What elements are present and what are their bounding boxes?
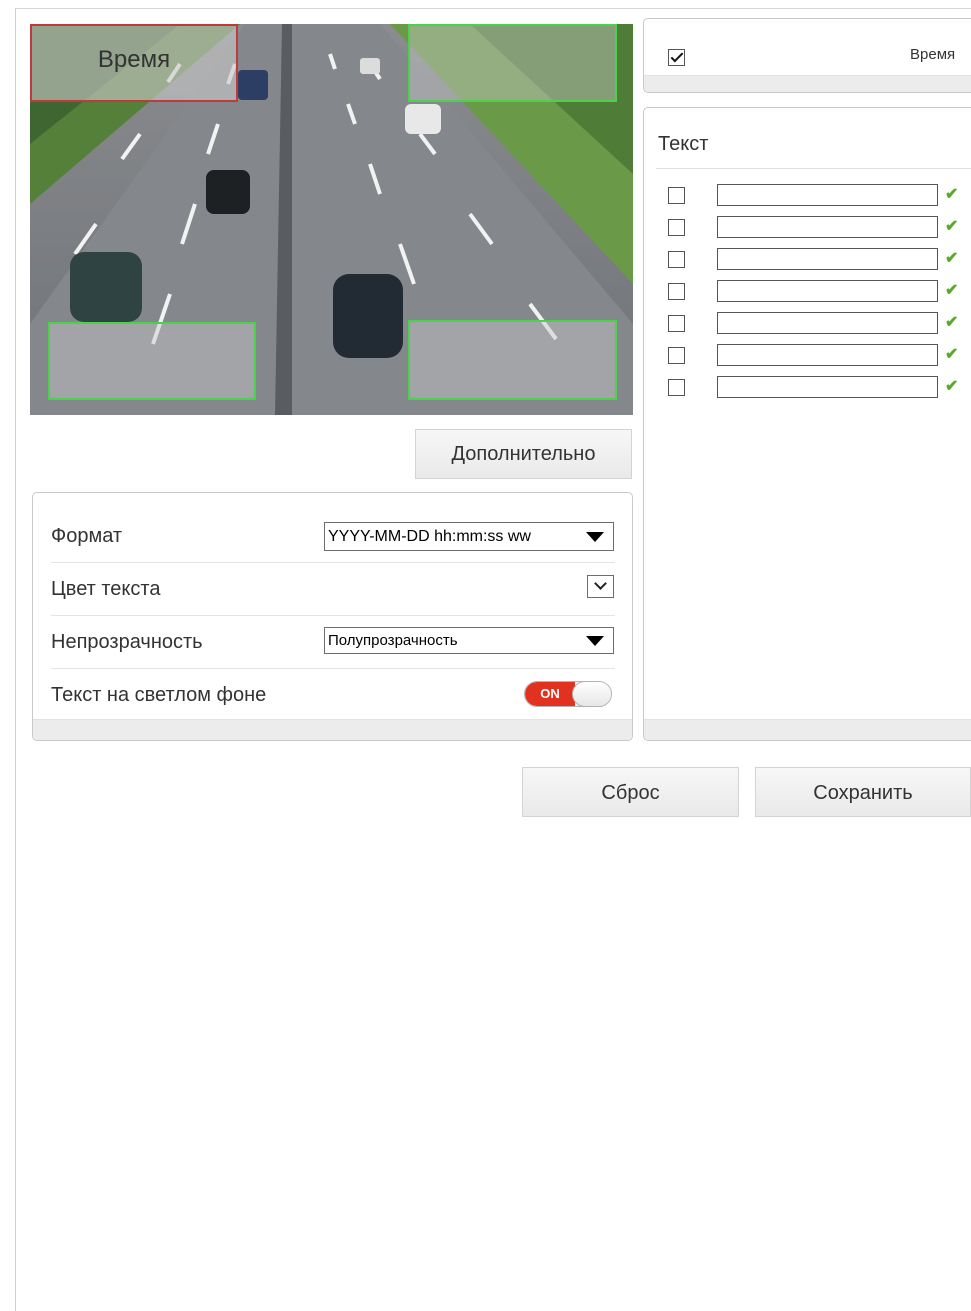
time-toggle-panel: Время bbox=[643, 18, 971, 93]
overlay-settings-panel: Формат YYYY-MM-DD hh:mm:ss ww Цвет текст… bbox=[32, 492, 633, 741]
toggle-on-label: ON bbox=[525, 682, 575, 706]
camera-preview: Время bbox=[30, 24, 633, 415]
text-row-checkbox[interactable] bbox=[668, 379, 685, 396]
toggle-knob bbox=[572, 682, 611, 706]
panel-footer bbox=[644, 75, 971, 92]
text-section-title: Текст bbox=[658, 133, 709, 155]
confirm-check-icon[interactable]: ✔ bbox=[945, 216, 958, 236]
light-bg-row: Текст на светлом фоне ON bbox=[51, 669, 615, 721]
text-overlays-panel: Текст ✔ ✔ ✔ ✔ ✔ ✔ ✔ bbox=[643, 107, 971, 741]
dropdown-arrow-icon bbox=[586, 532, 604, 542]
text-overlay-region-bottom-left[interactable] bbox=[48, 322, 256, 400]
light-bg-label: Текст на светлом фоне bbox=[51, 684, 267, 706]
light-bg-toggle[interactable]: ON bbox=[524, 681, 612, 707]
opacity-value: Полупрозрачность bbox=[328, 632, 458, 649]
panel-footer bbox=[644, 719, 971, 740]
format-select[interactable]: YYYY-MM-DD hh:mm:ss ww bbox=[324, 522, 614, 551]
frame-top-border bbox=[15, 8, 971, 9]
format-label: Формат bbox=[51, 525, 123, 547]
text-row-input[interactable] bbox=[717, 184, 938, 206]
time-label: Время bbox=[910, 46, 956, 63]
time-checkbox[interactable] bbox=[668, 49, 685, 66]
text-row-input[interactable] bbox=[717, 280, 938, 302]
opacity-label: Непрозрачность bbox=[51, 631, 203, 653]
confirm-check-icon[interactable]: ✔ bbox=[945, 248, 958, 268]
chevron-down-icon bbox=[587, 575, 614, 598]
text-row-input[interactable] bbox=[717, 216, 938, 238]
format-value: YYYY-MM-DD hh:mm:ss ww bbox=[328, 528, 531, 545]
time-overlay-region[interactable]: Время bbox=[30, 24, 238, 102]
confirm-check-icon[interactable]: ✔ bbox=[945, 280, 958, 300]
reset-button[interactable]: Сброс bbox=[522, 767, 739, 817]
confirm-check-icon[interactable]: ✔ bbox=[945, 184, 958, 204]
text-row-input[interactable] bbox=[717, 312, 938, 334]
text-row-checkbox[interactable] bbox=[668, 315, 685, 332]
text-row-checkbox[interactable] bbox=[668, 347, 685, 364]
time-overlay-label: Время bbox=[97, 46, 171, 73]
text-row-input[interactable] bbox=[717, 344, 938, 366]
section-divider bbox=[656, 168, 971, 169]
text-color-row: Цвет текста bbox=[51, 563, 615, 616]
text-color-select[interactable] bbox=[324, 575, 614, 598]
text-row-input[interactable] bbox=[717, 248, 938, 270]
text-overlay-region-top-right[interactable] bbox=[408, 24, 617, 102]
opacity-select[interactable]: Полупрозрачность bbox=[324, 627, 614, 654]
confirm-check-icon[interactable]: ✔ bbox=[945, 376, 958, 396]
panel-footer bbox=[33, 719, 632, 740]
format-row: Формат YYYY-MM-DD hh:mm:ss ww bbox=[51, 510, 615, 563]
frame-left-border bbox=[15, 8, 16, 1311]
opacity-row: Непрозрачность Полупрозрачность bbox=[51, 616, 615, 669]
text-row-checkbox[interactable] bbox=[668, 251, 685, 268]
text-row-checkbox[interactable] bbox=[668, 283, 685, 300]
text-row-input[interactable] bbox=[717, 376, 938, 398]
save-button[interactable]: Сохранить bbox=[755, 767, 971, 817]
text-row-checkbox[interactable] bbox=[668, 187, 685, 204]
text-color-label: Цвет текста bbox=[51, 578, 161, 600]
confirm-check-icon[interactable]: ✔ bbox=[945, 344, 958, 364]
confirm-check-icon[interactable]: ✔ bbox=[945, 312, 958, 332]
text-row-checkbox[interactable] bbox=[668, 219, 685, 236]
text-overlay-region-bottom-right[interactable] bbox=[408, 320, 617, 400]
dropdown-arrow-icon bbox=[586, 636, 604, 646]
advanced-button[interactable]: Дополнительно bbox=[415, 429, 632, 479]
